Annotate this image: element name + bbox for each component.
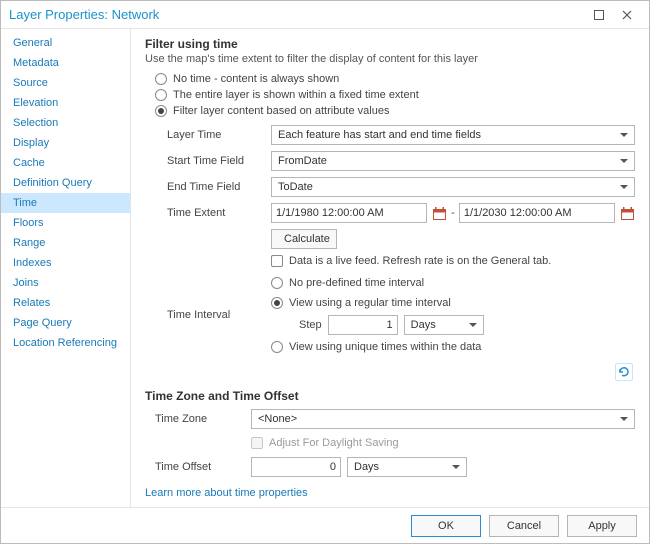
dst-label: Adjust For Daylight Saving — [269, 437, 399, 449]
interval-option-regular[interactable]: View using a regular time interval — [271, 295, 635, 311]
calendar-icon[interactable] — [431, 205, 447, 221]
step-input[interactable] — [328, 315, 398, 335]
close-icon[interactable] — [613, 5, 641, 25]
step-label: Step — [299, 319, 322, 331]
layer-properties-dialog: Layer Properties: Network General Metada… — [0, 0, 650, 544]
timezone-dropdown[interactable]: <None> — [251, 409, 635, 429]
dialog-footer: OK Cancel Apply — [1, 507, 649, 543]
sidebar-item-source[interactable]: Source — [1, 73, 130, 93]
radio-icon — [155, 105, 167, 117]
interval-option-unique[interactable]: View using unique times within the data — [271, 339, 635, 355]
filter-option-none[interactable]: No time - content is always shown — [145, 71, 635, 87]
extent-end-input[interactable] — [459, 203, 615, 223]
end-field-dropdown[interactable]: ToDate — [271, 177, 635, 197]
apply-button[interactable]: Apply — [567, 515, 637, 537]
timezone-label: Time Zone — [155, 413, 241, 425]
start-field-dropdown[interactable]: FromDate — [271, 151, 635, 171]
offset-label: Time Offset — [155, 461, 241, 473]
radio-icon — [155, 73, 167, 85]
sidebar-item-definition-query[interactable]: Definition Query — [1, 173, 130, 193]
calculate-button[interactable]: Calculate — [271, 229, 337, 249]
maximize-icon[interactable] — [585, 5, 613, 25]
sidebar-item-relates[interactable]: Relates — [1, 293, 130, 313]
interval-option-none[interactable]: No pre-defined time interval — [271, 275, 635, 291]
radio-icon — [155, 89, 167, 101]
sidebar-item-selection[interactable]: Selection — [1, 113, 130, 133]
filter-option-fixed-label: The entire layer is shown within a fixed… — [173, 89, 419, 101]
window-title: Layer Properties: Network — [9, 7, 159, 22]
radio-icon — [271, 341, 283, 353]
filter-option-attr-label: Filter layer content based on attribute … — [173, 105, 389, 117]
step-unit-dropdown[interactable]: Days — [404, 315, 484, 335]
learn-more-link[interactable]: Learn more about time properties — [145, 481, 635, 503]
sidebar-item-floors[interactable]: Floors — [1, 213, 130, 233]
radio-icon — [271, 277, 283, 289]
refresh-button[interactable] — [615, 363, 633, 381]
time-interval-label: Time Interval — [167, 309, 263, 321]
layer-time-label: Layer Time — [167, 129, 263, 141]
titlebar: Layer Properties: Network — [1, 1, 649, 29]
sidebar-item-indexes[interactable]: Indexes — [1, 253, 130, 273]
sidebar-item-cache[interactable]: Cache — [1, 153, 130, 173]
live-feed-label: Data is a live feed. Refresh rate is on … — [289, 255, 551, 267]
checkbox-icon[interactable] — [271, 255, 283, 267]
ok-button[interactable]: OK — [411, 515, 481, 537]
filter-option-fixed[interactable]: The entire layer is shown within a fixed… — [145, 87, 635, 103]
extent-start-input[interactable] — [271, 203, 427, 223]
time-extent-label: Time Extent — [167, 207, 263, 219]
radio-icon — [271, 297, 283, 309]
sidebar-item-elevation[interactable]: Elevation — [1, 93, 130, 113]
sidebar-item-joins[interactable]: Joins — [1, 273, 130, 293]
sidebar-item-range[interactable]: Range — [1, 233, 130, 253]
extent-separator: - — [451, 207, 455, 219]
sidebar-item-location-referencing[interactable]: Location Referencing — [1, 333, 130, 353]
sidebar-item-metadata[interactable]: Metadata — [1, 53, 130, 73]
filter-subheading: Use the map's time extent to filter the … — [145, 53, 635, 65]
category-sidebar: General Metadata Source Elevation Select… — [1, 29, 131, 507]
sidebar-item-time[interactable]: Time — [1, 193, 130, 213]
filter-heading: Filter using time — [145, 37, 635, 51]
checkbox-icon — [251, 437, 263, 449]
sidebar-item-display[interactable]: Display — [1, 133, 130, 153]
cancel-button[interactable]: Cancel — [489, 515, 559, 537]
offset-input[interactable] — [251, 457, 341, 477]
layer-time-dropdown[interactable]: Each feature has start and end time fiel… — [271, 125, 635, 145]
calendar-icon[interactable] — [619, 205, 635, 221]
sidebar-item-page-query[interactable]: Page Query — [1, 313, 130, 333]
timezone-heading: Time Zone and Time Offset — [145, 389, 635, 403]
filter-option-attr[interactable]: Filter layer content based on attribute … — [145, 103, 635, 119]
sidebar-item-general[interactable]: General — [1, 33, 130, 53]
filter-option-none-label: No time - content is always shown — [173, 73, 339, 85]
offset-unit-dropdown[interactable]: Days — [347, 457, 467, 477]
end-field-label: End Time Field — [167, 181, 263, 193]
start-field-label: Start Time Field — [167, 155, 263, 167]
time-panel: Filter using time Use the map's time ext… — [131, 29, 649, 507]
